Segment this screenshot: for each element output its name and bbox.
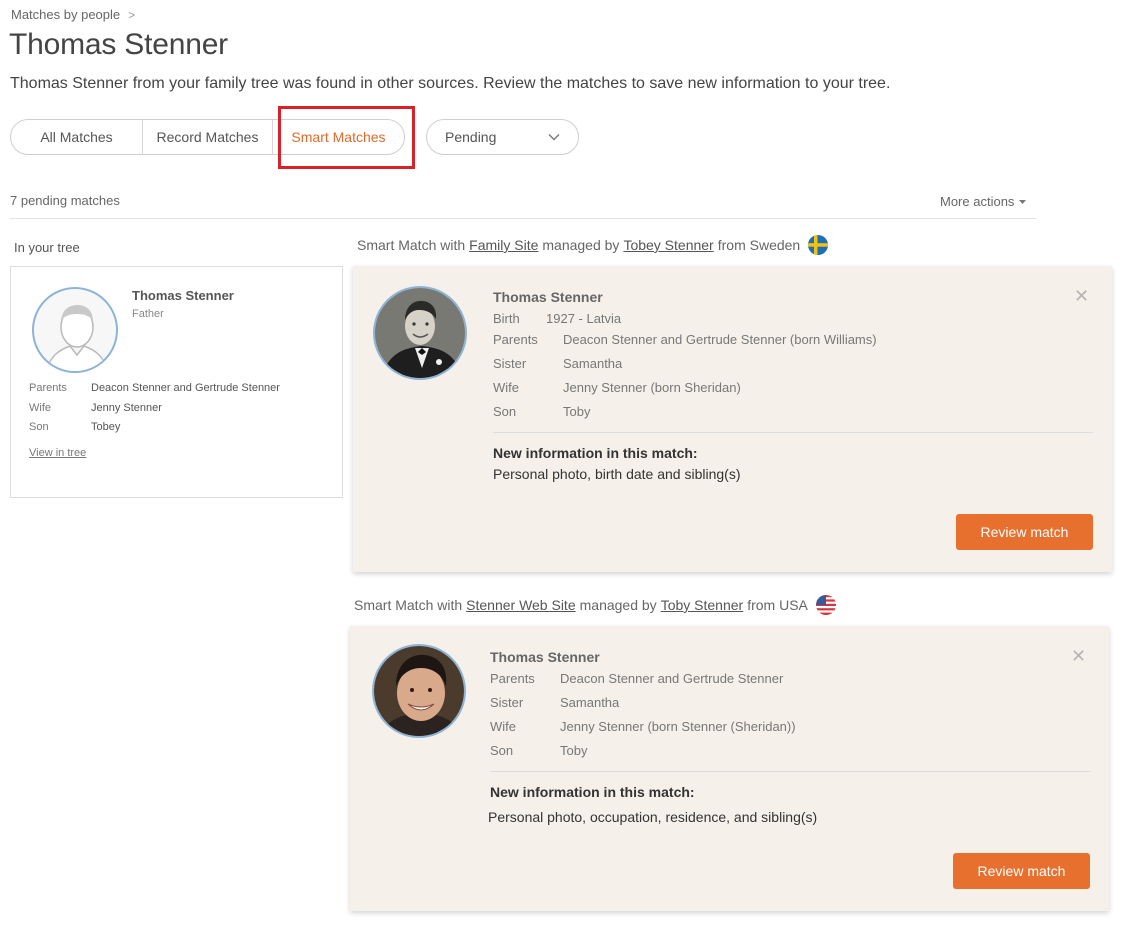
detail-value: Toby [560,743,588,758]
detail-value: Deacon Stenner and Gertrude Stenner [560,671,784,686]
divider [10,218,1036,219]
detail-value: Samantha [560,695,620,710]
detail-key: Son [493,404,517,419]
review-match-button[interactable]: Review match [953,853,1090,889]
close-icon[interactable]: ✕ [1074,286,1089,307]
detail-key: Sister [490,695,524,710]
detail-key: Wife [490,719,516,734]
pending-count: 7 pending matches [10,193,120,208]
detail-key: Son [490,743,514,758]
match-person-name: Thomas Stenner [493,289,603,305]
relation-value: Tobey [91,421,121,433]
person-role: Father [132,308,164,320]
tree-person-card: Thomas Stenner Father Parents Deacon Ste… [10,266,343,498]
match-detail-row: Sister Samantha [490,695,619,710]
caret-down-icon [1019,199,1027,204]
in-tree-heading: In your tree [14,240,80,255]
managed-by-text: managed by [579,597,657,613]
more-actions-label: More actions [940,194,1015,209]
match-detail-row: Wife Jenny Stenner (born Stenner (Sherid… [490,719,796,734]
match-header-prefix: Smart Match with [354,597,463,613]
match-detail-row: Parents Deacon Stenner and Gertrude Sten… [490,671,783,686]
from-text: from USA [747,597,808,613]
breadcrumb-link[interactable]: Matches by people [11,7,120,22]
match-person-name: Thomas Stenner [490,649,600,665]
detail-value: 1927 - Latvia [546,311,622,326]
person-photo [373,286,467,380]
managed-by-text: managed by [542,237,620,253]
manager-link[interactable]: Tobey Stenner [623,237,713,253]
relation-row: Parents Deacon Stenner and Gertrude Sten… [29,382,280,394]
match-detail-row: Sister Samantha [493,356,622,371]
chevron-down-icon [548,134,560,141]
relation-row: Son Tobey [29,421,120,433]
detail-key: Parents [490,671,535,686]
match-detail-row: Son Toby [493,404,590,419]
detail-value: Toby [563,404,591,419]
status-filter-value: Pending [445,129,497,145]
match-detail-row: Birth 1927 - Latvia [493,311,621,326]
close-icon[interactable]: ✕ [1071,646,1086,667]
match-card: ✕ Thomas Stenner Birth 1927 - Latvia Par… [353,266,1112,572]
detail-value: Samantha [563,356,623,371]
new-info-title: New information in this match: [493,445,698,461]
match-detail-row: Son Toby [490,743,587,758]
new-info-text: Personal photo, occupation, residence, a… [488,809,818,825]
detail-value: Deacon Stenner and Gertrude Stenner (bor… [563,332,877,347]
relation-key: Parents [29,382,67,394]
relation-value: Deacon Stenner and Gertrude Stenner [91,382,280,394]
match-header: Smart Match with Family Site managed by … [357,235,829,255]
person-name: Thomas Stenner [132,288,234,303]
relation-key: Wife [29,402,51,414]
detail-value: Jenny Stenner (born Stenner (Sheridan)) [560,719,796,734]
more-actions-button[interactable]: More actions [940,194,1027,209]
review-match-button[interactable]: Review match [956,514,1093,550]
page-subtitle: Thomas Stenner from your family tree was… [10,75,891,92]
tab-record-matches[interactable]: Record Matches [143,120,273,154]
detail-key: Parents [493,332,538,347]
status-filter-dropdown[interactable]: Pending [426,119,579,155]
sweden-flag-icon [808,235,829,255]
detail-key: Birth [493,311,520,326]
avatar [32,287,118,373]
relation-key: Son [29,421,49,433]
manager-link[interactable]: Toby Stenner [661,597,744,613]
view-in-tree-link[interactable]: View in tree [29,447,86,459]
new-info-text: Personal photo, birth date and sibling(s… [493,466,741,482]
detail-key: Sister [493,356,527,371]
breadcrumb: Matches by people > [11,7,135,22]
detail-key: Wife [493,380,519,395]
site-link[interactable]: Family Site [469,237,538,253]
new-info-title: New information in this match: [490,784,695,800]
usa-flag-icon [815,595,836,615]
match-card: ✕ Thomas Stenner Parents Deacon Stenner … [350,626,1109,911]
card-divider [493,432,1093,433]
match-header: Smart Match with Stenner Web Site manage… [354,595,836,615]
match-header-prefix: Smart Match with [357,237,466,253]
relation-row: Wife Jenny Stenner [29,402,162,414]
site-link[interactable]: Stenner Web Site [466,597,575,613]
from-text: from Sweden [717,237,801,253]
match-detail-row: Parents Deacon Stenner and Gertrude Sten… [493,332,877,347]
relation-value: Jenny Stenner [91,402,162,414]
highlight-box [278,106,415,169]
page-title: Thomas Stenner [9,28,228,61]
detail-value: Jenny Stenner (born Sheridan) [563,380,741,395]
tab-all-matches[interactable]: All Matches [11,120,143,154]
person-silhouette-icon [45,305,109,371]
person-photo [372,644,466,738]
match-detail-row: Wife Jenny Stenner (born Sheridan) [493,380,741,395]
card-divider [490,771,1090,772]
breadcrumb-separator: > [128,7,136,22]
